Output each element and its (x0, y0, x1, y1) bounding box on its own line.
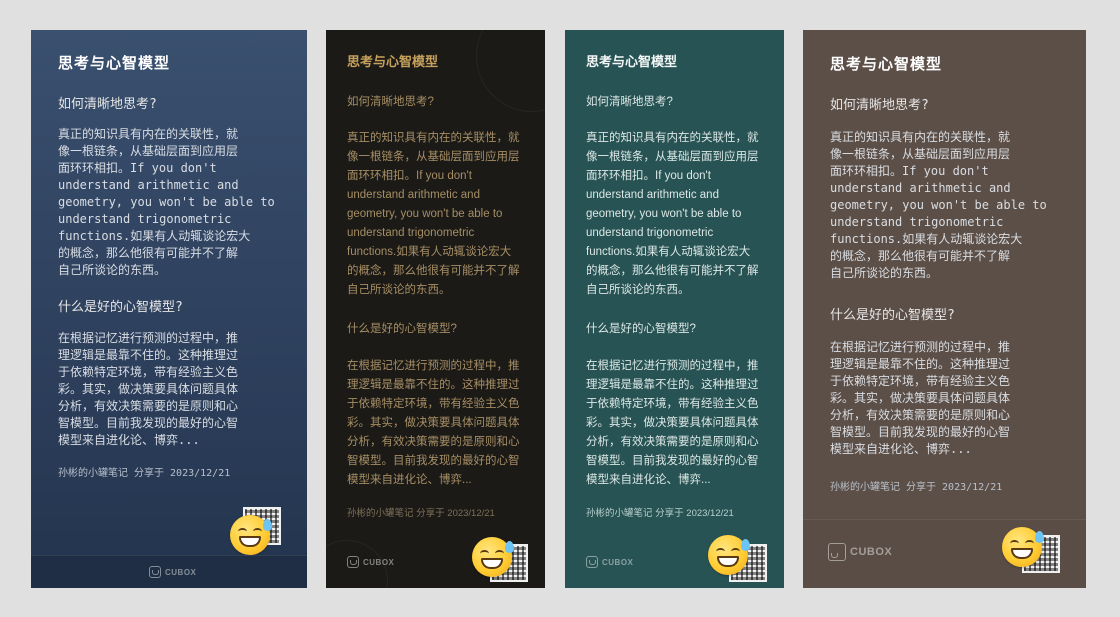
card-question-2: 什么是好的心智模型? (586, 323, 696, 335)
card-question-1: 如何清晰地思考? (58, 97, 157, 112)
card-bottom-bar: CUBOX (803, 519, 1086, 588)
card-paragraph-1: 真正的知识具有内在的关联性，就 像一根链条，从基础层面到应用层 面环环相扣。If… (586, 132, 759, 296)
card-paragraph-2: 在根据记忆进行预测的过程中，推 理逻辑是最靠不住的。这种推理过 于依赖特定环境，… (586, 360, 759, 486)
card-question-2: 什么是好的心智模型? (830, 308, 955, 323)
cubox-logo: CUBOX (149, 566, 196, 578)
brand-label: CUBOX (363, 557, 395, 567)
cubox-logo-icon (149, 566, 161, 578)
card-question-1: 如何清晰地思考? (347, 96, 434, 108)
grinning-sweat-emoji-icon (708, 535, 750, 575)
brand-label: CUBOX (602, 557, 634, 567)
brand-label: CUBOX (165, 567, 197, 577)
share-card-dark[interactable]: 思考与心智模型 如何清晰地思考? 真正的知识具有内在的关联性，就 像一根链条，从… (326, 30, 545, 588)
cubox-logo-icon (347, 556, 359, 568)
card-title: 思考与心智模型 (830, 55, 943, 73)
card-paragraph-1: 真正的知识具有内在的关联性，就 像一根链条，从基础层面到应用层 面环环相扣。If… (58, 127, 275, 277)
card-question-1: 如何清晰地思考? (586, 96, 673, 108)
share-card-navy[interactable]: 思考与心智模型 如何清晰地思考? 真正的知识具有内在的关联性，就 像一根链条，从… (31, 30, 307, 588)
cubox-logo: CUBOX (586, 556, 633, 568)
card-footer: 孙彬的小罐笔记 分享于 2023/12/21 (347, 508, 495, 519)
share-card-brown[interactable]: 思考与心智模型 如何清晰地思考? 真正的知识具有内在的关联性，就 像一根链条，从… (803, 30, 1086, 588)
card-title: 思考与心智模型 (586, 54, 678, 69)
card-paragraph-2: 在根据记忆进行预测的过程中，推 理逻辑是最靠不住的。这种推理过 于依赖特定环境，… (58, 331, 239, 447)
card-question-2: 什么是好的心智模型? (58, 300, 183, 315)
brand-label: CUBOX (850, 546, 893, 558)
card-paragraph-1: 真正的知识具有内在的关联性，就 像一根链条，从基础层面到应用层 面环环相扣。If… (830, 130, 1047, 280)
cubox-logo: CUBOX (828, 543, 892, 561)
card-title: 思考与心智模型 (347, 54, 439, 69)
card-bottom-bar: CUBOX (31, 555, 307, 588)
cubox-logo: CUBOX (347, 556, 394, 568)
share-card-teal[interactable]: 思考与心智模型 如何清晰地思考? 真正的知识具有内在的关联性，就 像一根链条，从… (565, 30, 784, 588)
grinning-sweat-emoji-icon (230, 515, 272, 555)
cubox-logo-icon (586, 556, 598, 568)
grinning-sweat-emoji-icon (472, 537, 514, 577)
grinning-sweat-emoji-icon (1002, 527, 1044, 567)
card-footer: 孙彬的小罐笔记 分享于 2023/12/21 (58, 468, 231, 479)
card-title: 思考与心智模型 (58, 54, 171, 72)
card-footer: 孙彬的小罐笔记 分享于 2023/12/21 (830, 482, 1003, 493)
card-question-2: 什么是好的心智模型? (347, 323, 457, 335)
card-paragraph-2: 在根据记忆进行预测的过程中，推 理逻辑是最靠不住的。这种推理过 于依赖特定环境，… (830, 340, 1011, 456)
card-question-1: 如何清晰地思考? (830, 98, 929, 113)
card-paragraph-2: 在根据记忆进行预测的过程中，推 理逻辑是最靠不住的。这种推理过 于依赖特定环境，… (347, 360, 520, 486)
card-paragraph-1: 真正的知识具有内在的关联性，就 像一根链条，从基础层面到应用层 面环环相扣。If… (347, 132, 520, 296)
card-footer: 孙彬的小罐笔记 分享于 2023/12/21 (586, 508, 734, 519)
cubox-logo-icon (828, 543, 846, 561)
decorative-circle (476, 30, 545, 112)
